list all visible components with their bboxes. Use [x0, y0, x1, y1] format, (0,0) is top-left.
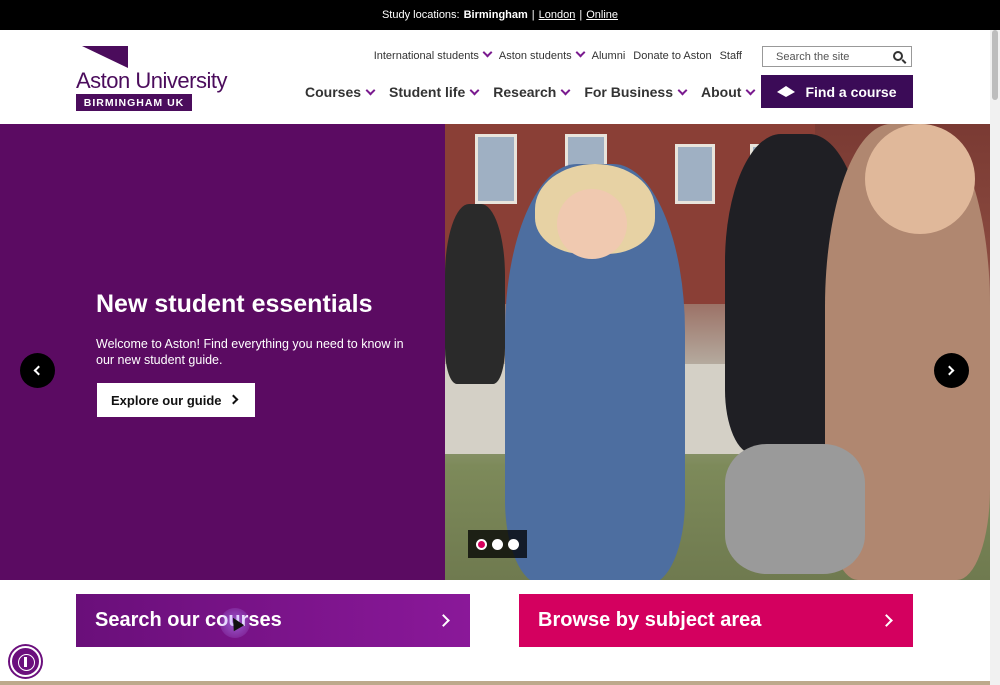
background-person	[445, 204, 505, 384]
explore-guide-label: Explore our guide	[111, 392, 222, 408]
logo-name: Aston University	[76, 68, 227, 93]
search-courses-label: Search our courses	[95, 609, 282, 631]
utility-aston-students[interactable]: Aston students	[499, 50, 584, 62]
search-input[interactable]: Search the site	[762, 46, 912, 67]
chevron-right-icon	[437, 614, 450, 627]
carousel-prev-button[interactable]	[20, 353, 55, 388]
graduation-cap-icon	[777, 85, 796, 98]
logo-subtitle: BIRMINGHAM UK	[76, 94, 192, 111]
search-icon[interactable]	[893, 51, 903, 61]
hero-photo	[445, 124, 990, 580]
chevron-right-icon	[944, 365, 955, 376]
online-link[interactable]: Online	[586, 9, 618, 21]
find-course-label: Find a course	[805, 83, 897, 100]
nav-research[interactable]: Research	[493, 84, 569, 100]
accessibility-icon[interactable]	[10, 646, 41, 677]
search-courses-button[interactable]: Search our courses	[76, 594, 470, 647]
explore-guide-button[interactable]: Explore our guide	[97, 383, 255, 417]
nav-student-life[interactable]: Student life	[389, 84, 478, 100]
nav-for-business[interactable]: For Business	[584, 84, 686, 100]
student-face	[557, 189, 627, 259]
chevron-right-icon	[228, 394, 239, 405]
chevron-right-icon	[880, 614, 893, 627]
separator: |	[531, 9, 535, 21]
browse-subject-button[interactable]: Browse by subject area	[519, 594, 913, 647]
browse-subject-label: Browse by subject area	[538, 609, 762, 631]
search-placeholder: Search the site	[776, 50, 850, 63]
study-locations-bar: Study locations: Birmingham | London | O…	[0, 0, 1000, 30]
foreground-face	[865, 124, 975, 234]
nav-about[interactable]: About	[701, 84, 754, 100]
chevron-left-icon	[33, 365, 44, 376]
carousel-dot-2[interactable]	[492, 538, 503, 550]
separator: |	[579, 9, 583, 21]
hero-carousel: New student essentials Welcome to Aston!…	[0, 124, 990, 580]
hero-title: New student essentials	[96, 290, 373, 318]
building-window	[475, 134, 517, 204]
utility-nav: International students Aston students Al…	[374, 50, 742, 62]
backpack	[725, 444, 865, 574]
carousel-dot-1[interactable]	[476, 538, 487, 550]
carousel-next-button[interactable]	[934, 353, 969, 388]
aston-logo[interactable]: Aston University BIRMINGHAM UK	[76, 46, 236, 112]
next-section-edge	[0, 681, 990, 685]
hero-description: Welcome to Aston! Find everything you ne…	[96, 337, 404, 367]
find-course-button[interactable]: Find a course	[761, 75, 913, 108]
carousel-indicators	[468, 530, 527, 558]
nav-courses[interactable]: Courses	[305, 84, 374, 100]
london-link[interactable]: London	[539, 9, 576, 21]
study-locations-label: Study locations:	[381, 9, 460, 21]
utility-alumni[interactable]: Alumni	[592, 50, 626, 62]
scrollbar-thumb[interactable]	[992, 30, 998, 100]
current-location: Birmingham	[463, 9, 528, 21]
logo-triangle-icon	[82, 46, 128, 68]
utility-international-students[interactable]: International students	[374, 50, 491, 62]
main-nav: Courses Student life Research For Busine…	[305, 84, 754, 100]
utility-staff[interactable]: Staff	[720, 50, 742, 62]
building-window	[675, 144, 715, 204]
carousel-dot-3[interactable]	[508, 538, 519, 550]
site-header: Aston University BIRMINGHAM UK Internati…	[0, 30, 990, 124]
page-scrollbar[interactable]	[990, 30, 1000, 685]
utility-donate[interactable]: Donate to Aston	[633, 50, 711, 62]
